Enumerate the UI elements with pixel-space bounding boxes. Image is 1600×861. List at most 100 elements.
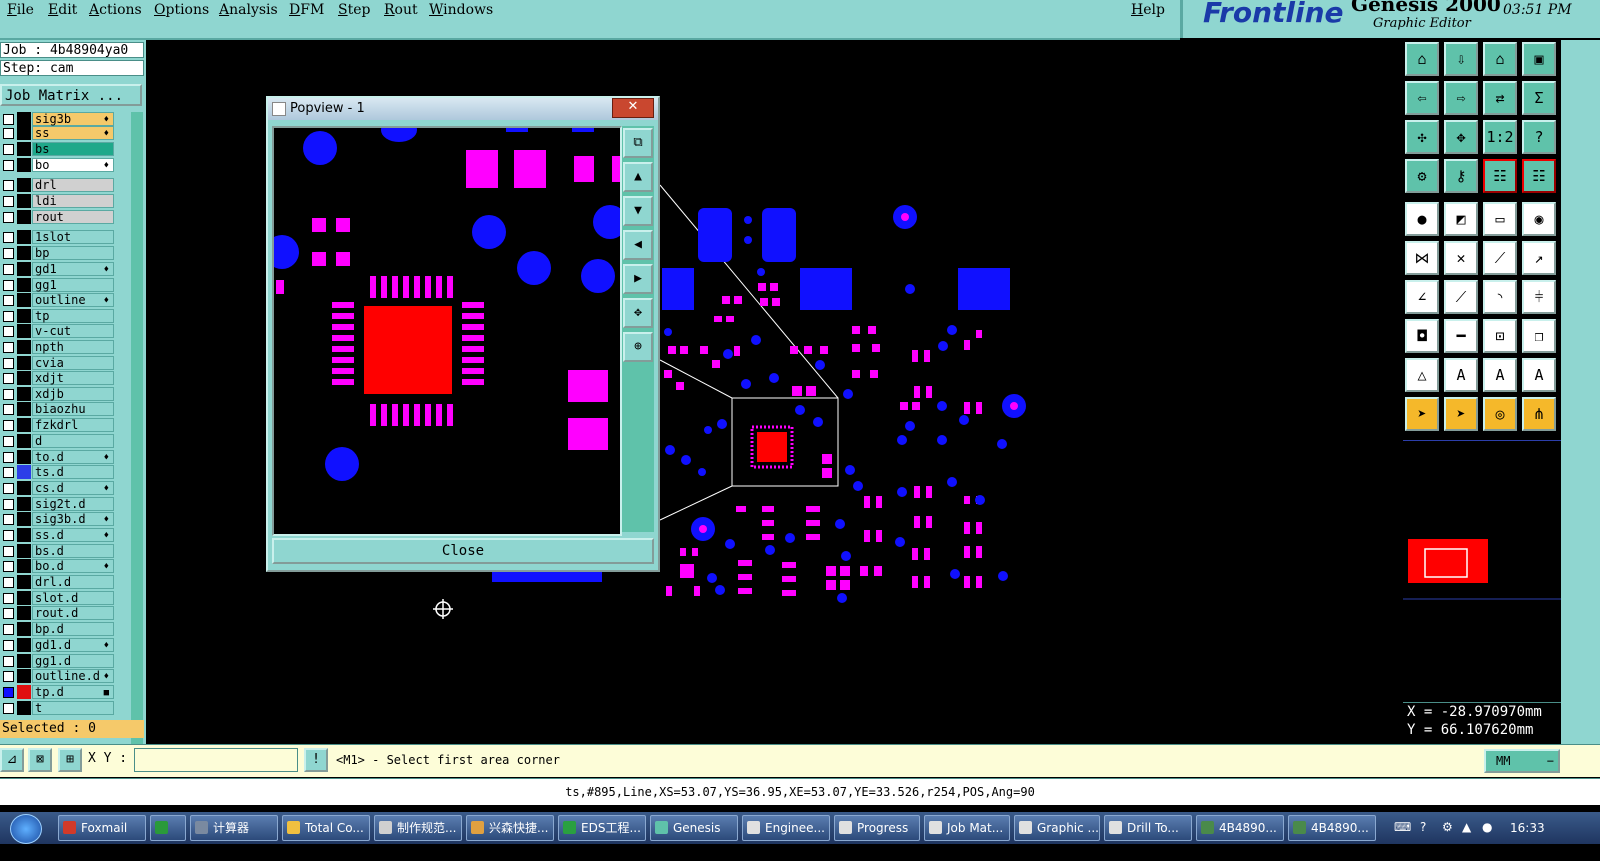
- taskbar-item[interactable]: EDS工程...: [558, 815, 646, 841]
- layer-color-swatch[interactable]: [17, 528, 31, 542]
- menu-file[interactable]: File: [7, 2, 34, 18]
- layer-row[interactable]: bs: [0, 142, 118, 156]
- layer-checkbox[interactable]: [3, 114, 14, 125]
- layer-color-swatch[interactable]: [17, 402, 31, 416]
- tool-a-line-icon[interactable]: A: [1483, 358, 1517, 392]
- popview-canvas[interactable]: [265, 118, 627, 536]
- layer-checkbox[interactable]: [3, 389, 14, 400]
- tool-house-icon[interactable]: ⌂: [1483, 42, 1517, 76]
- layer-color-swatch[interactable]: [17, 178, 31, 192]
- layer-color-swatch[interactable]: [17, 450, 31, 464]
- menu-analysis[interactable]: Analysis: [219, 2, 278, 18]
- layer-color-swatch[interactable]: [17, 591, 31, 605]
- layer-list-scrollbar[interactable]: [131, 112, 143, 752]
- taskbar-item[interactable]: Total Co...: [282, 815, 370, 841]
- layer-checkbox[interactable]: [3, 264, 14, 275]
- pv-up-icon[interactable]: ▲: [623, 162, 653, 192]
- layer-color-swatch[interactable]: [17, 559, 31, 573]
- layer-row[interactable]: gg1.d: [0, 654, 118, 668]
- tool-help-icon[interactable]: ?: [1522, 120, 1556, 154]
- layer-checkbox[interactable]: [3, 640, 14, 651]
- layer-name[interactable]: npth: [32, 340, 114, 354]
- alert-icon[interactable]: !: [304, 748, 328, 772]
- taskbar-item[interactable]: 兴森快捷...: [466, 815, 554, 841]
- layer-row[interactable]: drl.d: [0, 575, 118, 589]
- tool-line-icon[interactable]: ⟋: [1483, 241, 1517, 275]
- layer-name[interactable]: ss ♦: [32, 126, 114, 140]
- layer-row[interactable]: ss ♦: [0, 126, 118, 140]
- layer-color-swatch[interactable]: [17, 418, 31, 432]
- layer-color-swatch[interactable]: [17, 158, 31, 172]
- layer-name[interactable]: sig3b.d ♦: [32, 512, 114, 526]
- menu-rout[interactable]: Rout: [384, 2, 418, 18]
- layer-color-swatch[interactable]: [17, 434, 31, 448]
- layer-row[interactable]: 1slot: [0, 230, 118, 244]
- layer-row[interactable]: slot.d: [0, 591, 118, 605]
- taskbar-item[interactable]: Enginee...: [742, 815, 830, 841]
- layer-color-swatch[interactable]: [17, 262, 31, 276]
- layer-row[interactable]: tp.d ■: [0, 685, 118, 699]
- layer-checkbox[interactable]: [3, 656, 14, 667]
- layer-name[interactable]: ss.d ♦: [32, 528, 114, 542]
- layer-checkbox[interactable]: [3, 404, 14, 415]
- layer-color-swatch[interactable]: [17, 481, 31, 495]
- layer-color-swatch[interactable]: [17, 194, 31, 208]
- tool-mirror-icon[interactable]: Ʃ: [1522, 81, 1556, 115]
- tool-key-icon[interactable]: ⚷: [1444, 159, 1478, 193]
- layer-name[interactable]: xdjt: [32, 371, 114, 385]
- layer-name[interactable]: v-cut: [32, 324, 114, 338]
- layer-row[interactable]: t: [0, 701, 118, 715]
- taskbar-item[interactable]: Graphic ...: [1014, 815, 1100, 841]
- layer-color-swatch[interactable]: [17, 465, 31, 479]
- layer-name[interactable]: sig3b ♦: [32, 112, 114, 126]
- layer-checkbox[interactable]: [3, 196, 14, 207]
- layer-row[interactable]: outline.d ♦: [0, 669, 118, 683]
- layer-color-swatch[interactable]: [17, 701, 31, 715]
- layer-color-swatch[interactable]: [17, 126, 31, 140]
- layer-name[interactable]: biaozhu: [32, 402, 114, 416]
- popview-titlebar[interactable]: Popview - 1 ✕: [268, 98, 658, 120]
- tool-pointer-icon[interactable]: ➤: [1405, 397, 1439, 431]
- layer-color-swatch[interactable]: [17, 685, 31, 699]
- layer-checkbox[interactable]: [3, 212, 14, 223]
- layer-color-swatch[interactable]: [17, 246, 31, 260]
- layer-name[interactable]: rout.d: [32, 606, 114, 620]
- job-matrix-button[interactable]: Job Matrix ...: [0, 84, 142, 106]
- tool-select-icon[interactable]: ➤: [1444, 397, 1478, 431]
- layer-color-swatch[interactable]: [17, 210, 31, 224]
- layer-name[interactable]: cs.d ♦: [32, 481, 114, 495]
- up-arrow-icon[interactable]: ▲: [1462, 820, 1471, 834]
- layer-row[interactable]: gg1: [0, 278, 118, 292]
- units-select[interactable]: MM −: [1484, 749, 1560, 773]
- layer-name[interactable]: bs: [32, 142, 114, 156]
- layer-checkbox[interactable]: [3, 687, 14, 698]
- layer-color-swatch[interactable]: [17, 278, 31, 292]
- layer-row[interactable]: xdjt: [0, 371, 118, 385]
- network-icon[interactable]: ●: [1482, 820, 1492, 834]
- layer-checkbox[interactable]: [3, 561, 14, 572]
- grid-icon[interactable]: ⊞: [58, 748, 82, 772]
- layer-checkbox[interactable]: [3, 436, 14, 447]
- tool-a-cross-icon[interactable]: A: [1522, 358, 1556, 392]
- tool-scale-icon[interactable]: 1:2: [1483, 120, 1517, 154]
- layer-name[interactable]: bo ♦: [32, 158, 114, 172]
- keyboard-icon[interactable]: ⌨: [1394, 820, 1411, 834]
- close-icon[interactable]: ✕: [612, 98, 654, 118]
- tool-pan-right-icon[interactable]: ⇨: [1444, 81, 1478, 115]
- help-tray-icon[interactable]: ?: [1420, 820, 1426, 834]
- layer-row[interactable]: ldi: [0, 194, 118, 208]
- layer-row[interactable]: bp.d: [0, 622, 118, 636]
- tool-ruler-icon[interactable]: ▭: [1483, 202, 1517, 236]
- layer-color-swatch[interactable]: [17, 512, 31, 526]
- layer-color-swatch[interactable]: [17, 340, 31, 354]
- layer-name[interactable]: ts.d: [32, 465, 114, 479]
- tool-box-icon[interactable]: ⊡: [1483, 319, 1517, 353]
- tool-circle-icon[interactable]: ◉: [1522, 202, 1556, 236]
- menu-dfm[interactable]: DFM: [289, 2, 324, 18]
- taskbar-item[interactable]: [150, 815, 186, 841]
- layer-row[interactable]: v-cut: [0, 324, 118, 338]
- settings-tray-icon[interactable]: ⚙: [1442, 820, 1453, 834]
- layer-name[interactable]: to.d ♦: [32, 450, 114, 464]
- layer-name[interactable]: tp: [32, 309, 114, 323]
- layer-name[interactable]: gg1.d: [32, 654, 114, 668]
